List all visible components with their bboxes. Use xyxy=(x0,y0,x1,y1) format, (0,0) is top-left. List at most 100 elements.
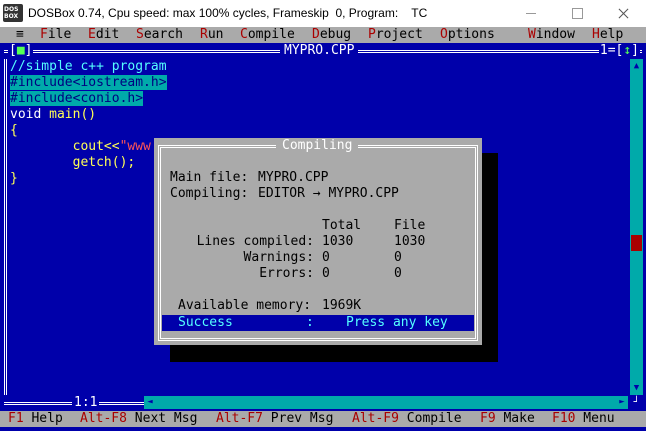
status-key: Alt-F9 xyxy=(352,411,399,426)
press-any-key-text: Press any key xyxy=(346,315,448,330)
available-memory-label: Available memory: xyxy=(178,298,312,313)
available-memory-value: 1969K xyxy=(322,298,362,313)
dialog-title: Compiling xyxy=(276,138,359,154)
main-file-value: MYPRO.CPP xyxy=(258,170,329,185)
lines-compiled-file: 1030 xyxy=(394,234,426,249)
close-box-icon: ■ xyxy=(16,43,25,58)
lines-compiled-total: 1030 xyxy=(322,234,354,249)
code-line-3[interactable]: #include<conio.h> xyxy=(10,91,144,107)
window-close-box[interactable]: [■] xyxy=(8,43,34,59)
scroll-down-arrow-icon[interactable]: ▼ xyxy=(631,381,642,395)
scroll-up-arrow-icon[interactable]: ▲ xyxy=(631,59,642,73)
status-bar: F1 Help Alt-F8 Next Msg Alt-F7 Prev Msg … xyxy=(0,411,646,427)
errors-file: 0 xyxy=(394,266,402,281)
success-status-bar[interactable]: Success : Press any key xyxy=(162,315,474,331)
menu-hotkey: C xyxy=(240,27,248,42)
code-include-selected: #include<conio.h> xyxy=(10,91,144,106)
status-key: F1 xyxy=(8,411,24,426)
window-titlebar: DOS BOX DOSBox 0.74, Cpu speed: max 100%… xyxy=(0,0,646,27)
code-string: "www xyxy=(119,139,151,154)
menu-hotkey: E xyxy=(88,27,96,42)
editor-frame-left xyxy=(4,59,7,395)
column-file-header: File xyxy=(394,218,426,233)
status-label: Menu xyxy=(575,411,615,426)
code-line-5[interactable]: { xyxy=(10,123,18,139)
menu-hotkey: P xyxy=(368,27,376,42)
status-help[interactable]: F1 Help xyxy=(8,411,63,427)
window-title: DOSBox 0.74, Cpu speed: max 100% cycles,… xyxy=(28,6,428,20)
vertical-scrollbar[interactable]: ▲ ▼ xyxy=(630,59,643,395)
window-number: 1 xyxy=(599,43,608,58)
status-label: Compile xyxy=(398,411,462,426)
column-total-header: Total xyxy=(322,218,362,233)
vertical-scroll-thumb[interactable] xyxy=(631,235,642,251)
code-text: cout<< xyxy=(10,139,120,154)
status-key: Alt-F8 xyxy=(80,411,127,426)
horizontal-scrollbar[interactable]: ◄ ► xyxy=(144,396,628,409)
menu-label: ile xyxy=(47,27,72,42)
menu-run[interactable]: Run xyxy=(200,27,223,43)
code-text: getch(); xyxy=(10,155,136,170)
menu-file[interactable]: File xyxy=(40,27,71,43)
menu-label: dit xyxy=(95,27,120,42)
code-line-1[interactable]: //simple c++ program xyxy=(10,59,167,75)
code-line-8[interactable]: } xyxy=(10,171,18,187)
menu-hotkey: H xyxy=(592,27,600,42)
code-include-selected: #include<iostream.h> xyxy=(10,75,167,90)
menu-project[interactable]: Project xyxy=(368,27,423,43)
status-make[interactable]: F9 Make xyxy=(480,411,535,427)
status-key: F9 xyxy=(480,411,496,426)
minimize-button[interactable] xyxy=(508,0,554,27)
menu-edit[interactable]: Edit xyxy=(88,27,119,43)
menu-label: ptions xyxy=(447,27,495,42)
menu-hotkey: S xyxy=(136,27,144,42)
menu-label: indow xyxy=(535,27,575,42)
compiling-value: EDITOR → MYPRO.CPP xyxy=(258,186,399,201)
lines-compiled-label: Lines compiled: xyxy=(196,234,314,249)
warnings-total: 0 xyxy=(322,250,330,265)
menu-label: elp xyxy=(599,27,624,42)
menu-help[interactable]: Help xyxy=(592,27,623,43)
status-key: F10 xyxy=(552,411,576,426)
code-line-7[interactable]: getch(); xyxy=(10,155,136,171)
maximize-button[interactable] xyxy=(554,0,600,27)
code-text: main() xyxy=(41,107,97,122)
close-button[interactable] xyxy=(600,0,646,27)
menu-compile[interactable]: Compile xyxy=(240,27,295,43)
bracket-right: ] xyxy=(24,43,33,58)
code-comment: //simple c++ program xyxy=(10,59,167,74)
menu-search[interactable]: Search xyxy=(136,27,183,43)
main-file-label: Main file: xyxy=(170,170,249,185)
menu-label: earch xyxy=(143,27,183,42)
code-line-4[interactable]: void main() xyxy=(10,107,96,123)
menu-window[interactable]: Window xyxy=(528,27,575,43)
code-line-2[interactable]: #include<iostream.h> xyxy=(10,75,167,91)
resize-corner-icon[interactable]: ┘ xyxy=(630,396,643,409)
editor-frame-bottom: 1:1 ◄ ► ┘ xyxy=(0,395,646,411)
system-menu[interactable]: ≡ xyxy=(16,27,24,43)
menu-debug[interactable]: Debug xyxy=(312,27,351,43)
scroll-right-arrow-icon[interactable]: ► xyxy=(616,396,628,409)
editor-frame-top: [■] MYPRO.CPP 1=[↕] xyxy=(0,43,646,59)
status-prev-msg[interactable]: Alt-F7 Prev Msg xyxy=(216,411,333,427)
dos-screen[interactable]: ≡ File Edit Search Run Compile Debug Pro… xyxy=(0,27,646,431)
menu-label: roject xyxy=(375,27,423,42)
logo-line-1: DOS xyxy=(4,6,19,13)
code-line-6[interactable]: cout<<"www xyxy=(10,139,151,155)
status-menu[interactable]: F10 Menu xyxy=(552,411,615,427)
status-label: Prev Msg xyxy=(262,411,334,426)
menu-label: ompile xyxy=(247,27,295,42)
logo-line-2: BOX xyxy=(4,13,19,20)
status-separator: : xyxy=(306,315,314,330)
menu-hotkey: D xyxy=(312,27,320,42)
zoom-icon: ↕ xyxy=(623,43,632,58)
code-keyword: void xyxy=(10,107,42,122)
menu-options[interactable]: Options xyxy=(440,27,495,43)
menu-label: ebug xyxy=(319,27,352,42)
window-number-zoom[interactable]: 1=[↕] xyxy=(598,43,640,59)
compiling-dialog[interactable]: Compiling Main file: MYPRO.CPP Compiling… xyxy=(154,138,482,345)
status-compile[interactable]: Alt-F9 Compile xyxy=(352,411,462,427)
menu-hotkey: O xyxy=(440,27,448,42)
errors-label: Errors: xyxy=(259,266,314,281)
warnings-file: 0 xyxy=(394,250,402,265)
